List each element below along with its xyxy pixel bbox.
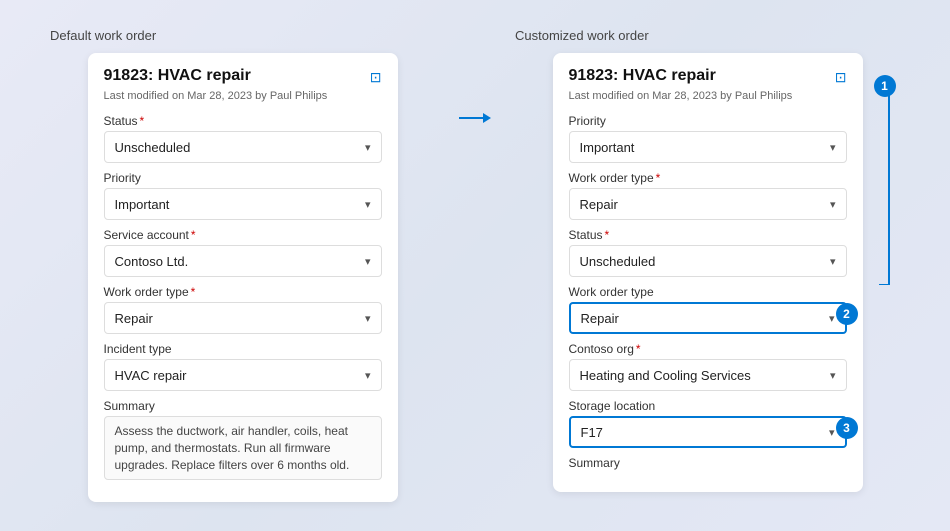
right-arrow-icon bbox=[459, 108, 491, 128]
right-work-order-type-field-1: Work order type * Repair ▾ bbox=[569, 171, 847, 220]
right-storage-location-value: F17 bbox=[581, 425, 603, 440]
badge-3: 3 bbox=[836, 417, 858, 439]
left-priority-chevron: ▾ bbox=[365, 198, 371, 211]
right-work-order-type-required-1: * bbox=[656, 171, 661, 185]
left-card-title: 91823: HVAC repair bbox=[104, 67, 251, 85]
right-contoso-org-value: Heating and Cooling Services bbox=[580, 368, 751, 383]
left-work-order-type-label: Work order type * bbox=[104, 285, 382, 299]
right-external-link-icon[interactable]: ⊡ bbox=[835, 69, 847, 86]
left-service-account-chevron: ▾ bbox=[365, 255, 371, 268]
right-contoso-org-label: Contoso org * bbox=[569, 342, 847, 356]
left-column-title: Default work order bbox=[50, 28, 156, 43]
left-incident-type-value: HVAC repair bbox=[115, 368, 187, 383]
right-priority-field: Priority Important ▾ bbox=[569, 114, 847, 163]
right-card: 91823: HVAC repair ⊡ Last modified on Ma… bbox=[553, 53, 863, 492]
right-storage-location-select[interactable]: F17 ▾ bbox=[569, 416, 847, 448]
right-card-meta: Last modified on Mar 28, 2023 by Paul Ph… bbox=[569, 90, 847, 102]
bracket-annotation bbox=[869, 85, 905, 285]
right-storage-location-field: Storage location F17 ▾ 3 bbox=[569, 399, 847, 448]
left-priority-value: Important bbox=[115, 197, 170, 212]
right-contoso-org-required: * bbox=[636, 342, 641, 356]
left-incident-type-field: Incident type HVAC repair ▾ bbox=[104, 342, 382, 391]
right-priority-label: Priority bbox=[569, 114, 847, 128]
left-status-select[interactable]: Unscheduled ▾ bbox=[104, 131, 382, 163]
left-service-account-select[interactable]: Contoso Ltd. ▾ bbox=[104, 245, 382, 277]
right-column: Customized work order 91823: HVAC repair… bbox=[505, 28, 910, 492]
left-priority-select[interactable]: Important ▾ bbox=[104, 188, 382, 220]
left-status-field: Status * Unscheduled ▾ bbox=[104, 114, 382, 163]
left-work-order-type-required: * bbox=[191, 285, 196, 299]
badge-2: 2 bbox=[836, 303, 858, 325]
left-status-required: * bbox=[140, 114, 145, 128]
right-contoso-org-field: Contoso org * Heating and Cooling Servic… bbox=[569, 342, 847, 391]
right-priority-select[interactable]: Important ▾ bbox=[569, 131, 847, 163]
right-status-required: * bbox=[605, 228, 610, 242]
left-incident-type-select[interactable]: HVAC repair ▾ bbox=[104, 359, 382, 391]
right-work-order-type-field-2: Work order type Repair ▾ 2 bbox=[569, 285, 847, 334]
left-work-order-type-chevron: ▾ bbox=[365, 312, 371, 325]
left-incident-type-label: Incident type bbox=[104, 342, 382, 356]
left-service-account-field: Service account * Contoso Ltd. ▾ bbox=[104, 228, 382, 277]
left-status-chevron: ▾ bbox=[365, 141, 371, 154]
left-priority-field: Priority Important ▾ bbox=[104, 171, 382, 220]
right-summary-field: Summary bbox=[569, 456, 847, 470]
left-external-link-icon[interactable]: ⊡ bbox=[370, 69, 382, 86]
right-status-value: Unscheduled bbox=[580, 254, 656, 269]
right-work-order-type-label-1: Work order type * bbox=[569, 171, 847, 185]
left-work-order-type-value: Repair bbox=[115, 311, 153, 326]
right-status-chevron: ▾ bbox=[830, 255, 836, 268]
right-summary-label: Summary bbox=[569, 456, 847, 470]
right-priority-chevron: ▾ bbox=[830, 141, 836, 154]
left-card: 91823: HVAC repair ⊡ Last modified on Ma… bbox=[88, 53, 398, 502]
left-work-order-type-field: Work order type * Repair ▾ bbox=[104, 285, 382, 334]
right-work-order-type-value-1: Repair bbox=[580, 197, 618, 212]
right-status-field: Status * Unscheduled ▾ bbox=[569, 228, 847, 277]
right-status-label: Status * bbox=[569, 228, 847, 242]
left-service-account-required: * bbox=[191, 228, 196, 242]
left-status-value: Unscheduled bbox=[115, 140, 191, 155]
right-storage-location-chevron: ▾ bbox=[829, 426, 835, 439]
right-column-title: Customized work order bbox=[515, 28, 649, 43]
badge-1: 1 bbox=[874, 75, 896, 97]
left-service-account-value: Contoso Ltd. bbox=[115, 254, 189, 269]
right-work-order-type-label-2: Work order type bbox=[569, 285, 847, 299]
right-work-order-type-select-1[interactable]: Repair ▾ bbox=[569, 188, 847, 220]
right-status-select[interactable]: Unscheduled ▾ bbox=[569, 245, 847, 277]
right-priority-value: Important bbox=[580, 140, 635, 155]
left-summary-value: Assess the ductwork, air handler, coils,… bbox=[104, 416, 382, 480]
left-incident-type-chevron: ▾ bbox=[365, 369, 371, 382]
arrow-divider bbox=[445, 28, 505, 128]
right-card-title: 91823: HVAC repair bbox=[569, 67, 716, 85]
left-priority-label: Priority bbox=[104, 171, 382, 185]
left-status-label: Status * bbox=[104, 114, 382, 128]
left-work-order-type-select[interactable]: Repair ▾ bbox=[104, 302, 382, 334]
left-summary-field: Summary Assess the ductwork, air handler… bbox=[104, 399, 382, 480]
left-service-account-label: Service account * bbox=[104, 228, 382, 242]
right-work-order-type-select-2[interactable]: Repair ▾ bbox=[569, 302, 847, 334]
left-card-meta: Last modified on Mar 28, 2023 by Paul Ph… bbox=[104, 90, 382, 102]
right-work-order-type-chevron-1: ▾ bbox=[830, 198, 836, 211]
right-work-order-type-value-2: Repair bbox=[581, 311, 619, 326]
right-work-order-type-chevron-2: ▾ bbox=[829, 312, 835, 325]
right-contoso-org-select[interactable]: Heating and Cooling Services ▾ bbox=[569, 359, 847, 391]
right-storage-location-label: Storage location bbox=[569, 399, 847, 413]
right-contoso-org-chevron: ▾ bbox=[830, 369, 836, 382]
left-summary-label: Summary bbox=[104, 399, 382, 413]
